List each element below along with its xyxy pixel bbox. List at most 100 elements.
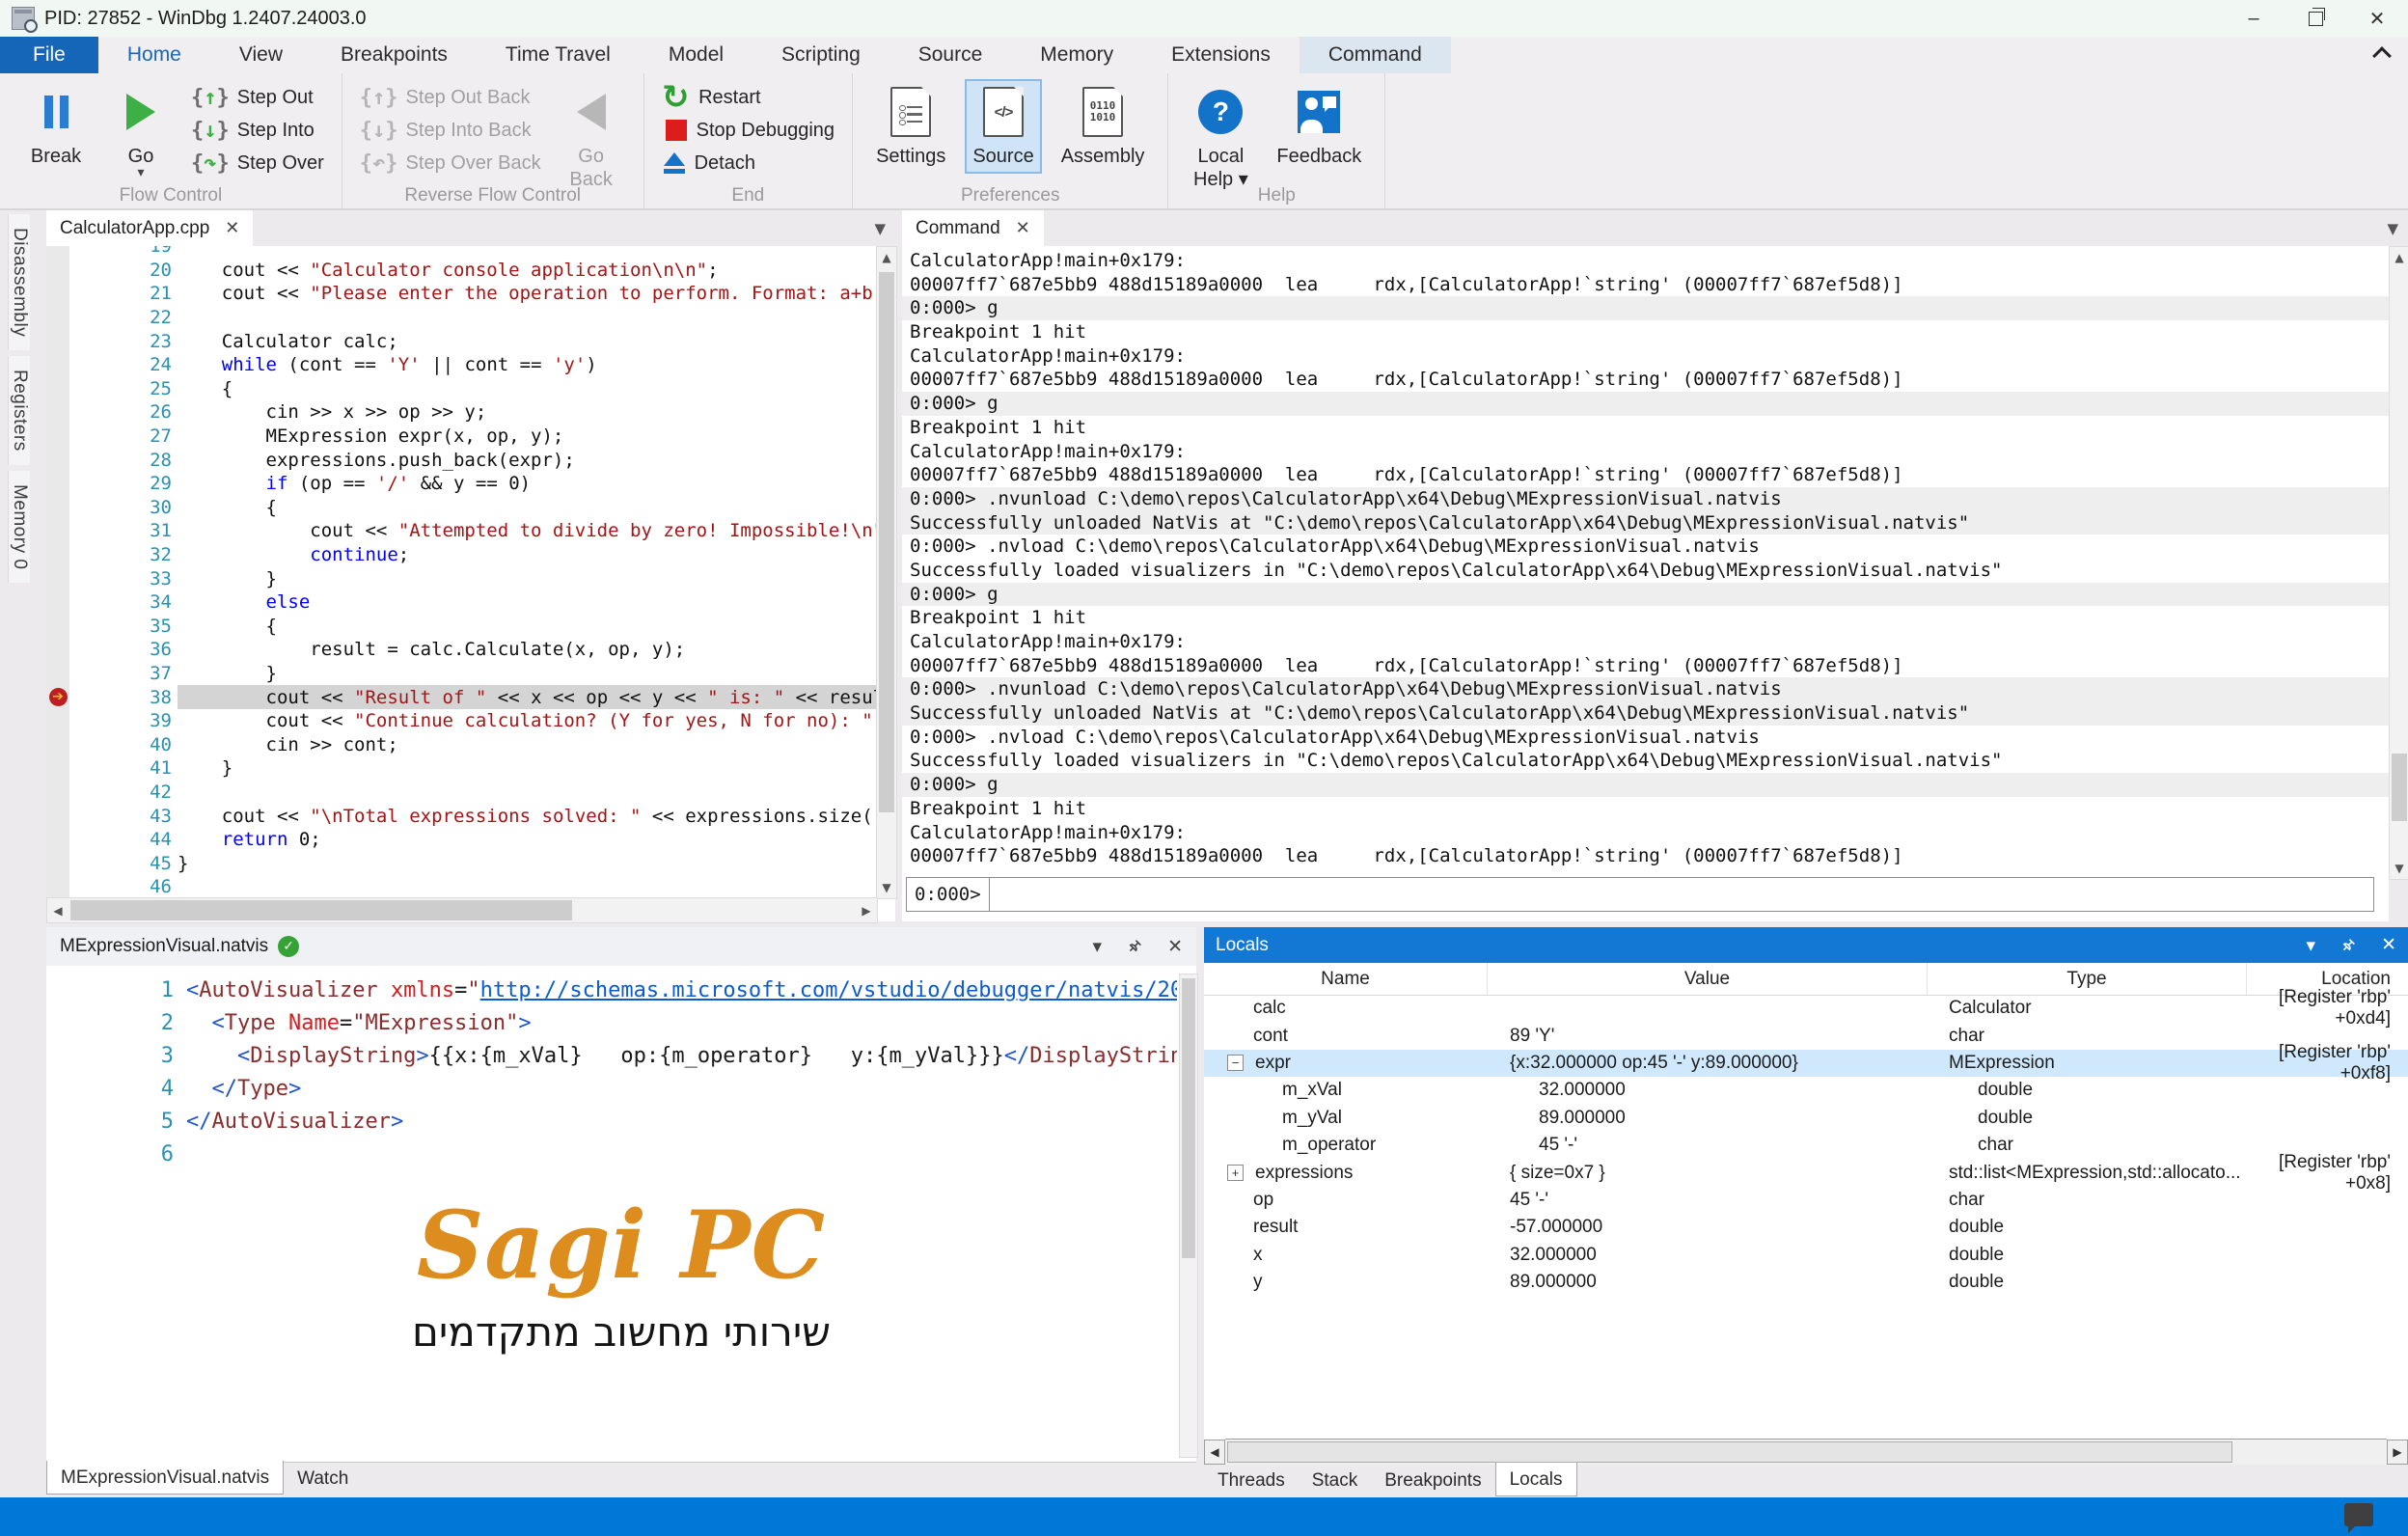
breakpoint-margin[interactable] xyxy=(46,400,69,425)
settings-button[interactable]: Settings xyxy=(868,79,953,174)
ribbon-tab-breakpoints[interactable]: Breakpoints xyxy=(312,37,477,73)
source-mode-button[interactable]: </> Source xyxy=(965,79,1041,174)
tab-command[interactable]: Command ✕ xyxy=(902,210,1044,246)
assembly-mode-button[interactable]: 01101010 Assembly xyxy=(1054,79,1153,174)
restore-button[interactable] xyxy=(2285,0,2346,37)
breakpoint-margin[interactable] xyxy=(46,875,69,899)
breakpoint-margin[interactable] xyxy=(46,259,69,283)
breakpoint-margin[interactable] xyxy=(46,662,69,686)
minimize-button[interactable]: – xyxy=(2223,0,2285,37)
ribbon-tab-extensions[interactable]: Extensions xyxy=(1142,37,1300,73)
scroll-right-icon[interactable]: ▶ xyxy=(2387,1440,2408,1465)
breakpoint-margin[interactable] xyxy=(46,566,69,590)
ribbon-tab-view[interactable]: View xyxy=(210,37,312,73)
close-icon[interactable]: ✕ xyxy=(2381,934,2396,956)
breakpoint-margin[interactable] xyxy=(46,804,69,828)
scroll-down-icon[interactable]: ▼ xyxy=(2390,862,2408,875)
locals-row-x[interactable]: x32.000000double xyxy=(1204,1242,2408,1269)
breakpoint-margin[interactable] xyxy=(46,377,69,401)
column-header-name[interactable]: Name xyxy=(1204,963,1488,995)
docked-tab-registers[interactable]: Registers xyxy=(8,356,30,465)
breakpoint-margin[interactable] xyxy=(46,851,69,875)
breakpoint-margin[interactable] xyxy=(46,246,69,259)
local-help-button[interactable]: ? LocalHelp ▾ xyxy=(1184,79,1257,197)
natvis-schema-link[interactable]: http://schemas.microsoft.com/vstudio/deb… xyxy=(480,978,1177,1002)
step-into-button[interactable]: {↓} Step Into xyxy=(183,114,332,147)
locals-row-result[interactable]: result-57.000000double xyxy=(1204,1214,2408,1241)
document-tab-mexpressionvisual-natvis[interactable]: MExpressionVisual.natvis xyxy=(46,1461,284,1495)
column-header-value[interactable]: Value xyxy=(1488,963,1928,995)
ribbon-tab-scripting[interactable]: Scripting xyxy=(752,37,889,73)
ribbon-tab-memory[interactable]: Memory xyxy=(1011,37,1142,73)
step-out-button[interactable]: {↑} Step Out xyxy=(183,81,332,114)
breakpoint-margin[interactable] xyxy=(46,472,69,496)
ribbon-tab-file[interactable]: File xyxy=(0,37,98,73)
locals-row-expr[interactable]: −expr{x:32.000000 op:45 '-' y:89.000000}… xyxy=(1204,1050,2408,1077)
breakpoint-margin[interactable] xyxy=(46,732,69,756)
locals-row-expressions[interactable]: +expressions{ size=0x7 }std::list<MExpre… xyxy=(1204,1159,2408,1186)
locals-row-op[interactable]: op45 '-'char xyxy=(1204,1187,2408,1214)
pane-menu-icon[interactable]: ▼ xyxy=(2387,220,2408,237)
pin-icon[interactable] xyxy=(1124,936,1146,958)
breakpoint-margin[interactable] xyxy=(46,543,69,567)
ribbon-tab-home[interactable]: Home xyxy=(98,37,210,73)
scroll-down-icon[interactable]: ▼ xyxy=(877,881,896,894)
detach-button[interactable]: Detach xyxy=(654,147,842,179)
breakpoint-margin[interactable] xyxy=(46,756,69,781)
scroll-left-icon[interactable]: ◀ xyxy=(47,904,68,918)
docked-tab-memory-0[interactable]: Memory 0 xyxy=(8,471,30,583)
breakpoint-margin[interactable] xyxy=(46,425,69,449)
stop-debugging-button[interactable]: Stop Debugging xyxy=(654,114,842,147)
close-icon[interactable]: ✕ xyxy=(1016,218,1030,238)
breakpoint-margin[interactable] xyxy=(46,781,69,805)
scroll-up-icon[interactable]: ▲ xyxy=(2390,251,2408,264)
command-input[interactable] xyxy=(990,878,2373,911)
breakpoint-margin[interactable] xyxy=(46,448,69,472)
breakpoint-margin[interactable] xyxy=(46,353,69,377)
close-icon[interactable]: ✕ xyxy=(1167,936,1183,958)
scroll-up-icon[interactable]: ▲ xyxy=(877,251,896,264)
pin-icon[interactable] xyxy=(2338,934,2360,956)
watch-tab-breakpoints[interactable]: Breakpoints xyxy=(1371,1465,1494,1496)
docked-tab-disassembly[interactable]: Disassembly xyxy=(8,214,30,350)
breakpoint-margin[interactable] xyxy=(46,519,69,543)
locals-row-cont[interactable]: cont89 'Y'char xyxy=(1204,1022,2408,1049)
command-vertical-scrollbar[interactable]: ▲ ▼ xyxy=(2389,246,2408,880)
feedback-button[interactable]: Feedback xyxy=(1269,79,1369,174)
locals-row-y[interactable]: y89.000000double xyxy=(1204,1269,2408,1296)
restart-button[interactable]: ↺ Restart xyxy=(654,81,842,114)
scroll-left-icon[interactable]: ◀ xyxy=(1204,1440,1225,1465)
locals-horizontal-scrollbar[interactable]: ◀ ▶ xyxy=(1204,1440,2408,1465)
close-icon[interactable]: ✕ xyxy=(225,218,239,238)
expander-minus-icon[interactable]: − xyxy=(1227,1055,1244,1071)
source-vertical-scrollbar[interactable]: ▲ ▼ xyxy=(876,246,897,899)
locals-row-m-yval[interactable]: m_yVal89.000000double xyxy=(1204,1105,2408,1132)
watch-tab-threads[interactable]: Threads xyxy=(1204,1465,1299,1496)
go-button[interactable]: Go ▾ xyxy=(104,79,178,183)
ribbon-tab-command[interactable]: Command xyxy=(1300,37,1451,73)
breakpoint-margin[interactable] xyxy=(46,615,69,639)
breakpoint-margin[interactable] xyxy=(46,590,69,615)
breakpoint-margin[interactable] xyxy=(46,828,69,852)
close-button[interactable]: ✕ xyxy=(2346,0,2408,37)
ribbon-tab-model[interactable]: Model xyxy=(640,37,752,73)
feedback-bubble-icon[interactable] xyxy=(2344,1503,2373,1526)
locals-row-m-xval[interactable]: m_xVal32.000000double xyxy=(1204,1077,2408,1104)
watch-tab-locals[interactable]: Locals xyxy=(1495,1463,1577,1496)
breakpoint-current-line-icon[interactable]: ➔ xyxy=(49,688,68,706)
breakpoint-margin[interactable]: ➔ xyxy=(46,685,69,709)
ribbon-collapse-button[interactable] xyxy=(2375,46,2393,58)
expander-plus-icon[interactable]: + xyxy=(1227,1165,1244,1181)
locals-row-calc[interactable]: calcCalculator[Register 'rbp' +0xd4] xyxy=(1204,995,2408,1022)
breakpoint-margin[interactable] xyxy=(46,282,69,306)
watch-tab-stack[interactable]: Stack xyxy=(1299,1465,1372,1496)
breakpoint-margin[interactable] xyxy=(46,496,69,520)
chevron-down-icon[interactable]: ▾ xyxy=(2307,935,2316,956)
breakpoint-margin[interactable] xyxy=(46,329,69,353)
ribbon-tab-source[interactable]: Source xyxy=(889,37,1012,73)
pane-menu-icon[interactable]: ▼ xyxy=(874,220,895,237)
breakpoint-margin[interactable] xyxy=(46,638,69,662)
ribbon-tab-time-travel[interactable]: Time Travel xyxy=(477,37,640,73)
locals-row-m-operator[interactable]: m_operator45 '-'char xyxy=(1204,1132,2408,1159)
scroll-right-icon[interactable]: ▶ xyxy=(856,904,877,918)
